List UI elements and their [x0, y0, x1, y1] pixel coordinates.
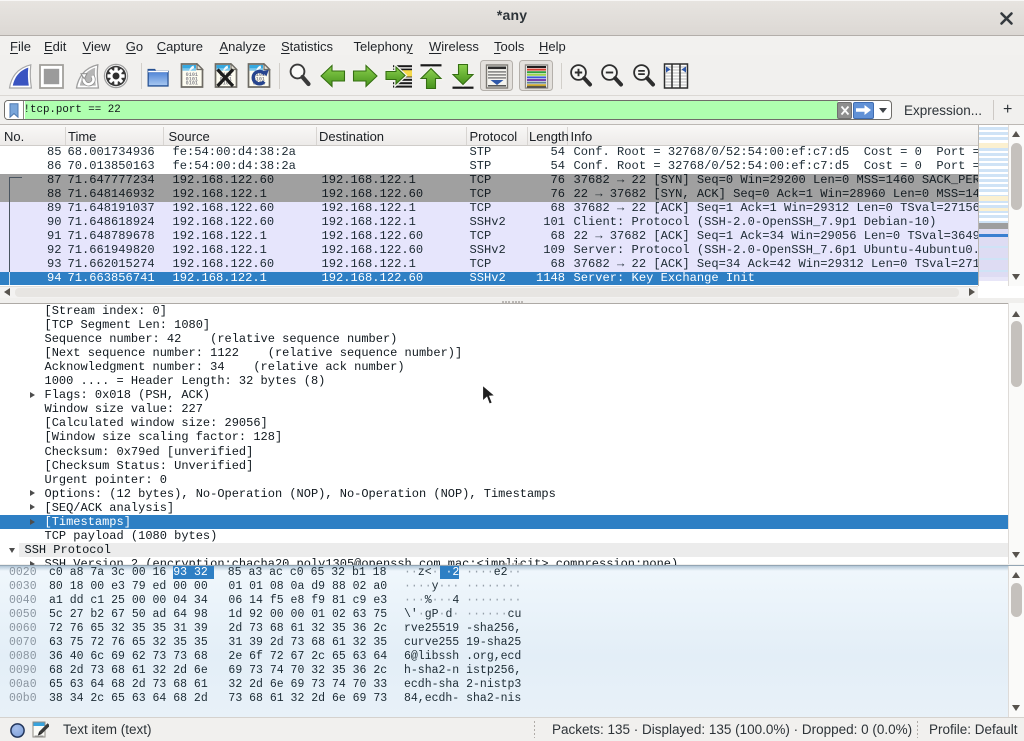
- svg-text:0101: 0101: [186, 81, 198, 87]
